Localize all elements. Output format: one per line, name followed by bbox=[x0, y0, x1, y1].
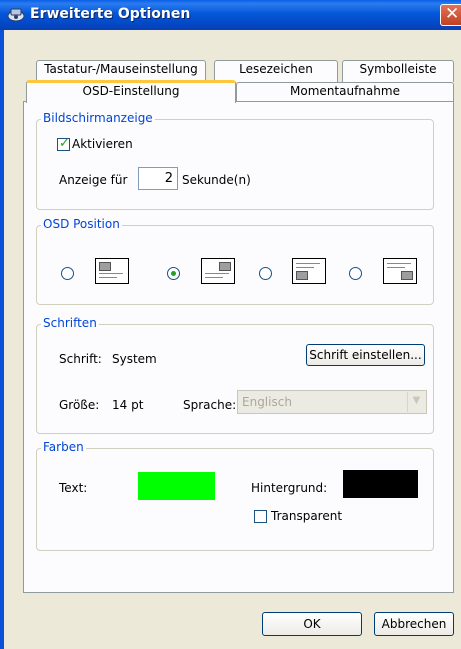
dialog-window: Erweiterte Optionen ✕ Tastatur-/Mauseins… bbox=[0, 0, 461, 649]
window-border bbox=[0, 30, 4, 649]
colors-legend: Farben bbox=[41, 440, 86, 454]
tab-panel: Bildschirmanzeige ✓ Aktivieren Anzeige f… bbox=[23, 101, 454, 593]
text-color-label: Text: bbox=[59, 481, 88, 495]
set-font-button[interactable]: Schrift einstellen... bbox=[306, 344, 425, 366]
colors-group: Farben Text: Hintergrund: Transparent bbox=[36, 440, 434, 551]
font-label: Schrift: bbox=[59, 352, 102, 366]
language-label: Sprache: bbox=[183, 398, 237, 412]
osd-position-group: OSD Position bbox=[36, 217, 434, 305]
fonts-group: Schriften Schrift: System Schrift einste… bbox=[36, 316, 434, 434]
osd-bottom-right-preview bbox=[383, 258, 417, 284]
transparent-label: Transparent bbox=[271, 509, 343, 523]
size-label: Größe: bbox=[59, 398, 100, 412]
osd-top-right-preview bbox=[201, 258, 235, 284]
tab-label: Lesezeichen bbox=[239, 62, 313, 76]
transparent-checkbox[interactable] bbox=[254, 510, 267, 523]
seconds-value: 2 bbox=[164, 171, 173, 186]
seconds-label: Sekunde(n) bbox=[182, 173, 251, 187]
seconds-input[interactable]: 2 bbox=[138, 167, 178, 190]
show-for-label: Anzeige für bbox=[59, 173, 128, 187]
window-title: Erweiterte Optionen bbox=[30, 6, 191, 22]
background-color-swatch[interactable] bbox=[343, 470, 418, 498]
language-select[interactable]: Englisch ▼ bbox=[237, 390, 427, 414]
tab-label: Tastatur-/Mauseinstellung bbox=[44, 62, 198, 76]
tab-bookmarks[interactable]: Lesezeichen bbox=[214, 60, 338, 82]
fonts-legend: Schriften bbox=[41, 316, 99, 330]
close-icon: ✕ bbox=[445, 4, 460, 24]
tab-keyboard-mouse[interactable]: Tastatur-/Mauseinstellung bbox=[36, 60, 206, 82]
text-color-swatch[interactable] bbox=[138, 472, 215, 500]
osd-bottom-left-radio[interactable] bbox=[259, 267, 272, 280]
osd-top-right-radio[interactable] bbox=[167, 267, 180, 280]
tab-snapshot[interactable]: Momentaufnahme bbox=[236, 82, 454, 102]
osd-bottom-right-radio[interactable] bbox=[349, 267, 362, 280]
app-icon bbox=[7, 8, 25, 22]
ok-button[interactable]: OK bbox=[262, 612, 362, 636]
display-group: Bildschirmanzeige ✓ Aktivieren Anzeige f… bbox=[36, 111, 434, 210]
activate-label: Aktivieren bbox=[72, 137, 133, 151]
tab-osd-settings[interactable]: OSD-Einstellung bbox=[26, 80, 236, 103]
language-value: Englisch bbox=[242, 395, 292, 409]
radio-dot bbox=[171, 271, 176, 276]
osd-position-legend: OSD Position bbox=[41, 217, 122, 231]
background-color-label: Hintergrund: bbox=[251, 481, 328, 495]
check-icon: ✓ bbox=[59, 136, 70, 151]
tab-label: OSD-Einstellung bbox=[82, 84, 180, 98]
title-bar[interactable]: Erweiterte Optionen ✕ bbox=[0, 0, 461, 30]
display-legend: Bildschirmanzeige bbox=[41, 111, 155, 125]
osd-top-left-radio[interactable] bbox=[61, 267, 74, 280]
tab-toolbar[interactable]: Symbolleiste bbox=[342, 60, 454, 82]
cancel-button[interactable]: Abbrechen bbox=[374, 612, 454, 636]
osd-top-left-preview bbox=[95, 258, 129, 284]
activate-checkbox[interactable]: ✓ bbox=[57, 136, 70, 151]
tab-label: Momentaufnahme bbox=[290, 84, 400, 98]
tab-label: Symbolleiste bbox=[359, 62, 437, 76]
size-value: 14 pt bbox=[112, 398, 144, 412]
chevron-down-icon: ▼ bbox=[407, 392, 425, 412]
font-value: System bbox=[112, 352, 157, 366]
osd-bottom-left-preview bbox=[292, 258, 326, 284]
close-button[interactable]: ✕ bbox=[440, 4, 461, 26]
